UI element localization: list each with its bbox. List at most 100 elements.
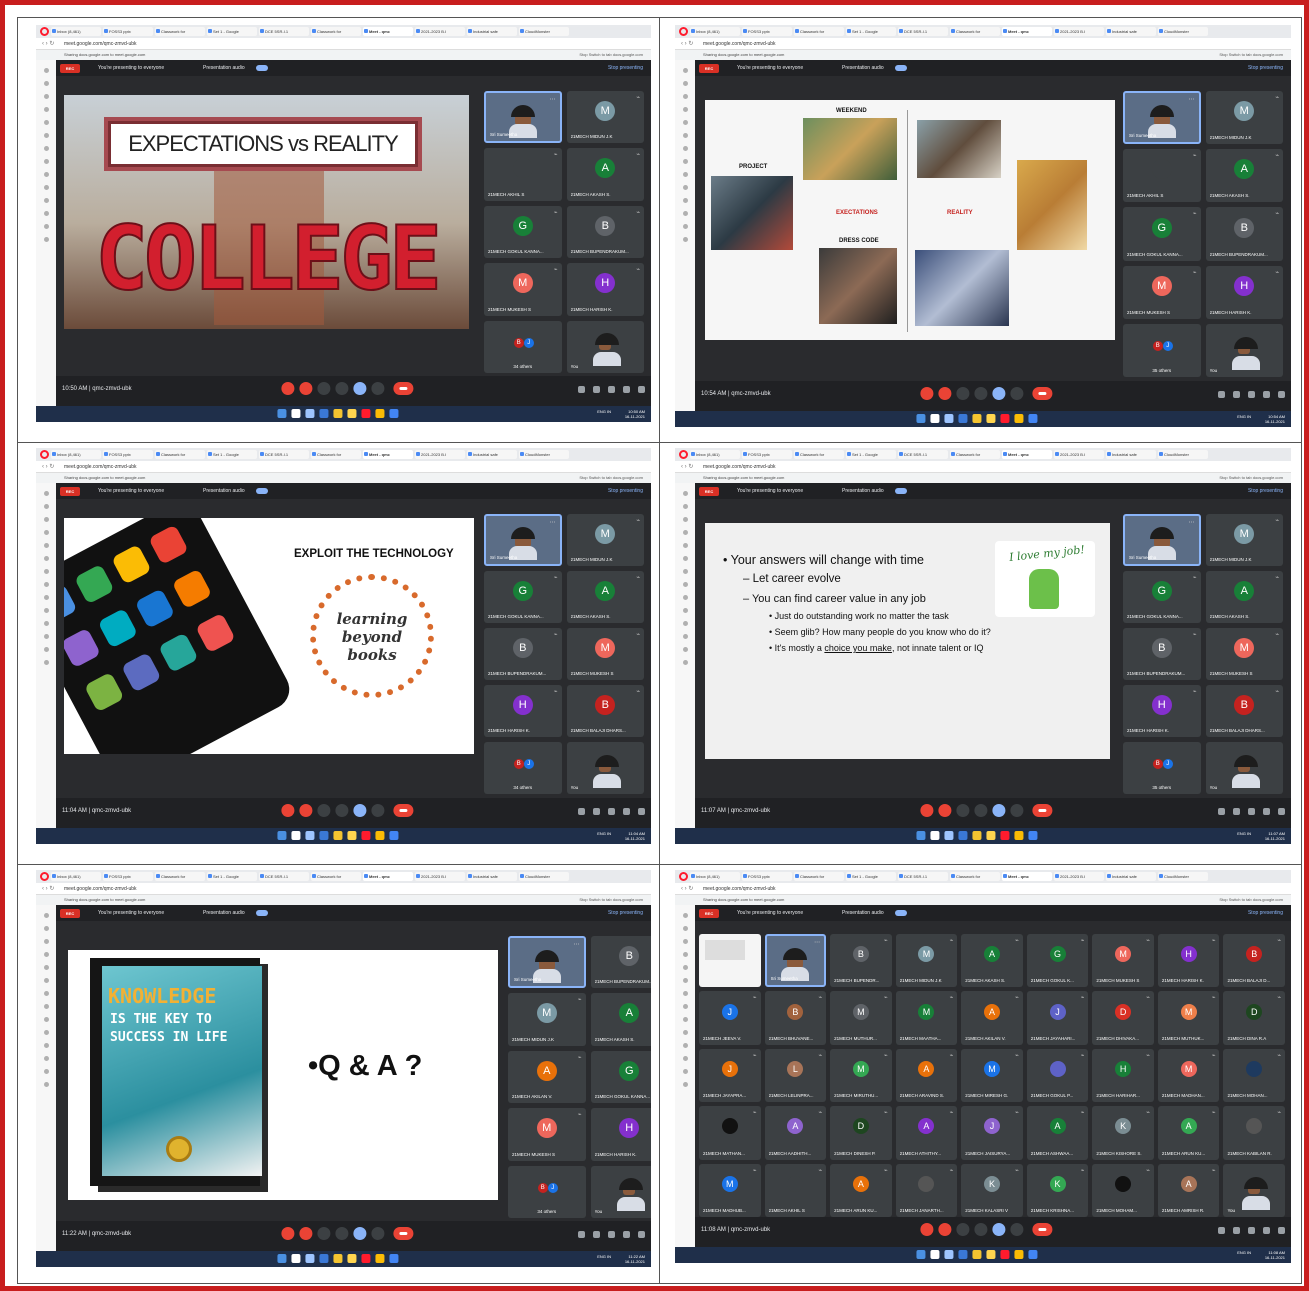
participant-tile[interactable]: G 21MECH GOKUL KANNA... ⌁ <box>484 571 562 623</box>
raise-hand-button[interactable] <box>974 804 988 817</box>
participant-tile[interactable]: J 21MECH JEEVA V. ⌁ <box>699 991 761 1045</box>
participant-tile[interactable]: A 21MECH AKASH S. ⌁ <box>1205 149 1283 203</box>
presentation-audio-toggle[interactable] <box>895 910 907 916</box>
taskbar-app-icon[interactable] <box>916 414 926 423</box>
stop-presenting-button[interactable]: Stop presenting <box>1248 483 1283 499</box>
leave-call-button[interactable] <box>1032 1223 1053 1236</box>
browser-tab[interactable]: CloudMonster <box>519 872 569 881</box>
stop-presenting-button[interactable]: Stop presenting <box>608 905 643 921</box>
mic-off-button[interactable] <box>920 1223 934 1236</box>
participant-tile[interactable]: B 21MECH BALAJI DHARS... ⌁ <box>1205 685 1283 737</box>
sidebar-app-icon[interactable] <box>682 1030 688 1035</box>
others-tile[interactable]: B J 35 others <box>1123 742 1201 794</box>
taskbar-app-icon[interactable] <box>1028 831 1038 840</box>
share-stop-button[interactable]: Stop Switch to tab docs.google.com <box>1219 897 1283 903</box>
sidebar-app-icon[interactable] <box>43 185 49 190</box>
taskbar-app-icon[interactable] <box>986 831 996 840</box>
sidebar-app-icon[interactable] <box>43 621 49 626</box>
taskbar-app-icon[interactable] <box>304 409 314 418</box>
info-icon[interactable] <box>1218 808 1225 815</box>
sidebar-app-icon[interactable] <box>43 211 49 216</box>
more-options-button[interactable] <box>1010 387 1024 400</box>
sidebar-app-icon[interactable] <box>43 94 49 99</box>
sidebar-app-icon[interactable] <box>682 107 688 112</box>
browser-tab[interactable]: Industrial safe <box>467 450 517 459</box>
taskbar-app-icon[interactable] <box>958 414 968 423</box>
participant-tile[interactable]: 21MECH JANARTH... ⌁ <box>895 1163 958 1217</box>
sidebar-app-icon[interactable] <box>43 1056 49 1061</box>
participant-tile[interactable]: A 21MECH AKASH S. ⌁ <box>1205 571 1283 623</box>
host-controls-icon[interactable] <box>638 1231 645 1238</box>
participant-tile[interactable]: M 21MECH MIDUN J.K ⌁ <box>895 934 958 988</box>
browser-tab[interactable]: Set 1 - Google <box>846 872 896 881</box>
present-button[interactable] <box>992 1223 1006 1236</box>
share-stop-button[interactable]: Stop Switch to tab docs.google.com <box>579 897 643 903</box>
participant-tile[interactable]: B21MECH BUPENDRAKUM...⌁ <box>566 205 644 259</box>
input-language[interactable]: ENG IN <box>597 409 611 414</box>
camera-off-button[interactable] <box>298 1227 312 1240</box>
browser-tab[interactable]: Inbox (8,461) <box>690 872 740 881</box>
taskbar-app-icon[interactable] <box>360 831 370 840</box>
participant-tile[interactable]: B21MECH BUPENDRAKUM...⌁ <box>484 628 562 680</box>
taskbar-app-icon[interactable] <box>1000 414 1010 423</box>
taskbar-app-icon[interactable] <box>332 831 342 840</box>
browser-tab[interactable]: Set 1 - Google <box>207 872 257 881</box>
browser-tab[interactable]: FOSS3 pptx <box>742 872 792 881</box>
browser-tab[interactable]: Classwork for <box>311 27 361 36</box>
input-language[interactable]: ENG IN <box>1237 414 1251 419</box>
raise-hand-button[interactable] <box>334 382 348 395</box>
taskbar-app-icon[interactable] <box>944 1250 954 1259</box>
sidebar-app-icon[interactable] <box>682 185 688 190</box>
browser-tab[interactable]: Inbox (8,461) <box>51 872 101 881</box>
browser-tab[interactable]: Inbox (8,461) <box>690 450 740 459</box>
presenter-tile[interactable]: Sri Sumeetha ⋯ <box>484 91 562 144</box>
back-forward-reload-icons[interactable]: ‹ › ↻ <box>681 885 693 892</box>
taskbar-app-icon[interactable] <box>944 414 954 423</box>
taskbar-app-icon[interactable] <box>304 831 314 840</box>
browser-tab[interactable]: CloudMonster <box>1158 872 1208 881</box>
browser-tab[interactable]: 2021-2023 B.I <box>1054 27 1104 36</box>
participant-tile[interactable]: A 21MECH AKILAN V. ⌁ <box>508 1050 586 1104</box>
sidebar-app-icon[interactable] <box>43 939 49 944</box>
mic-off-button[interactable] <box>920 804 934 817</box>
share-stop-button[interactable]: Stop Switch to tab docs.google.com <box>579 475 643 481</box>
sidebar-app-icon[interactable] <box>682 1082 688 1087</box>
sidebar-app-icon[interactable] <box>43 926 49 931</box>
sidebar-app-icon[interactable] <box>43 1082 49 1087</box>
participant-tile[interactable]: H 21MECH HARISH K. ⌁ <box>1123 685 1201 737</box>
browser-tab[interactable]: DCE 5SR-I.1 <box>259 450 309 459</box>
opera-logo-icon[interactable] <box>40 27 49 36</box>
sidebar-app-icon[interactable] <box>43 198 49 203</box>
sidebar-app-icon[interactable] <box>682 68 688 73</box>
taskbar-app-icon[interactable] <box>374 1254 384 1263</box>
taskbar-app-icon[interactable] <box>986 1250 996 1259</box>
participant-tile[interactable]: M 21MECH MIDUN J.K ⌁ <box>1205 91 1283 145</box>
participant-tile[interactable]: H 21MECH HARISH K. ⌁ <box>1205 265 1283 319</box>
you-tile[interactable]: You <box>1223 1163 1285 1217</box>
input-language[interactable]: ENG IN <box>597 831 611 836</box>
participant-tile[interactable]: M 21MECH MUKESH S ⌁ <box>484 263 562 316</box>
participant-tile[interactable]: A 21MECH AKASH S. ⌁ <box>566 571 644 623</box>
sidebar-app-icon[interactable] <box>682 978 688 983</box>
browser-tab[interactable]: DCE 5SR-I.1 <box>898 450 948 459</box>
participant-tile[interactable]: A 21MECH AMRISH R. ⌁ <box>1157 1163 1220 1217</box>
participant-tile[interactable]: D 21MECH DINESH P. ⌁ <box>830 1106 892 1160</box>
participant-tile[interactable]: A 21MECH ASHWAA... ⌁ <box>1026 1106 1089 1160</box>
participant-tile[interactable]: B21MECH BUPENDRAKUM...⌁ <box>590 936 651 989</box>
sidebar-app-icon[interactable] <box>43 224 49 229</box>
url-text[interactable]: meet.google.com/qmc-zmvd-ubk <box>64 464 137 470</box>
browser-tab[interactable]: Industrial safe <box>1106 450 1156 459</box>
browser-tab[interactable]: Classwork for <box>311 872 361 881</box>
info-icon[interactable] <box>578 1231 585 1238</box>
opera-logo-icon[interactable] <box>679 872 688 881</box>
presenter-tile[interactable]: Sri Sumeetha ⋯ <box>1123 514 1201 566</box>
leave-call-button[interactable] <box>1032 387 1053 400</box>
participant-tile[interactable]: A 21MECH AKASH S. ⌁ <box>961 934 1023 988</box>
opera-logo-icon[interactable] <box>40 450 49 459</box>
activities-icon[interactable] <box>623 1231 630 1238</box>
present-button[interactable] <box>992 387 1006 400</box>
participant-tile[interactable]: G 21MECH GOKUL KANNA... ⌁ <box>484 205 562 259</box>
browser-tab[interactable]: Set 1 - Google <box>207 27 257 36</box>
more-options-button[interactable] <box>370 804 384 817</box>
taskbar-app-icon[interactable] <box>986 414 996 423</box>
